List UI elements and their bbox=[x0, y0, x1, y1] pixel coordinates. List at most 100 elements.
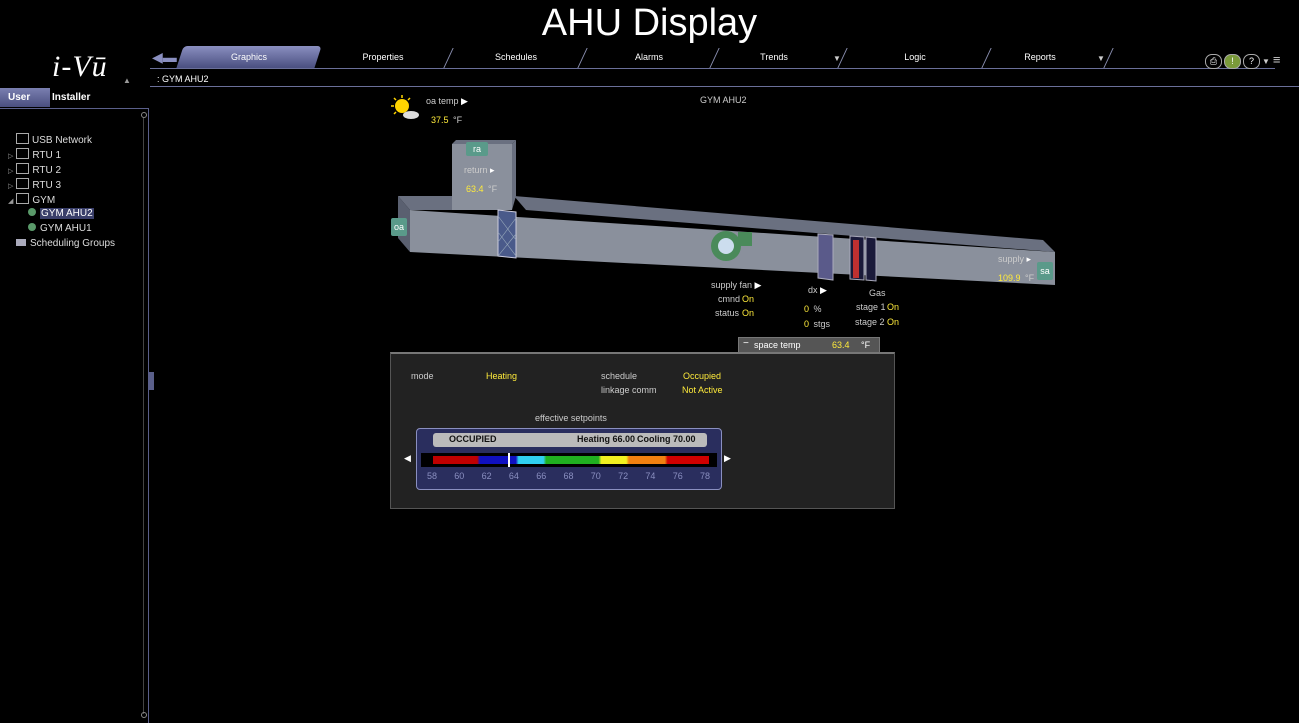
fan-status-value: On bbox=[742, 308, 755, 318]
folder-icon bbox=[16, 239, 26, 246]
tree-item-rtu2[interactable]: ▷ RTU 2 bbox=[8, 163, 61, 176]
tab-logic[interactable]: Logic bbox=[844, 46, 986, 68]
breadcrumb: : GYM AHU2 bbox=[157, 74, 209, 84]
tree-item-gym-ahu1[interactable]: GYM AHU1 bbox=[28, 223, 92, 234]
collapse-icon[interactable]: ◢ bbox=[8, 198, 13, 205]
oa-temp-label[interactable]: oa temp ▶ bbox=[426, 96, 468, 107]
scale-tick-label: 58 bbox=[427, 471, 438, 481]
print-icon[interactable]: ⎙ bbox=[1205, 54, 1222, 69]
fan-status-label: status bbox=[715, 308, 740, 318]
tree-item-gym[interactable]: ◢ GYM bbox=[8, 193, 55, 206]
logo-menu-icon[interactable]: ▲ bbox=[123, 76, 131, 85]
sa-tag[interactable]: sa bbox=[1037, 262, 1053, 280]
sidebar-collapse-handle[interactable] bbox=[148, 372, 154, 390]
gas-stage2-label: stage 2 bbox=[855, 317, 885, 327]
oa-temp-value: 37.5 bbox=[431, 115, 449, 125]
scale-tick-label: 76 bbox=[672, 471, 683, 481]
setpoint-bar[interactable]: OCCUPIED Heating 66.00 Cooling 70.00 58 6… bbox=[416, 428, 722, 490]
network-icon bbox=[16, 193, 30, 204]
ahu-duct-diagram bbox=[398, 140, 1055, 285]
dx-label[interactable]: dx ▶ bbox=[808, 285, 827, 296]
supply-label[interactable]: supply ▸ bbox=[998, 254, 1031, 265]
schedule-label: schedule bbox=[601, 371, 638, 381]
setpoint-header: OCCUPIED Heating 66.00 Cooling 70.00 bbox=[433, 433, 707, 447]
scale-tick-label: 62 bbox=[481, 471, 492, 481]
page-heading: AHU Display bbox=[541, 2, 758, 44]
panel-tabs: User Installer bbox=[0, 88, 150, 108]
tab-user[interactable]: User bbox=[0, 88, 50, 107]
mode-label: mode bbox=[411, 371, 434, 381]
header-divider bbox=[150, 86, 1299, 87]
help-icon[interactable]: ? bbox=[1243, 54, 1260, 69]
space-temp-label: space temp bbox=[754, 340, 801, 350]
gas-label: Gas bbox=[869, 288, 886, 298]
network-icon bbox=[16, 148, 30, 159]
dx-stgs-readout: 0 stgs bbox=[804, 319, 830, 329]
tab-properties[interactable]: Properties bbox=[318, 46, 448, 68]
network-icon bbox=[16, 133, 29, 144]
ra-tag[interactable]: ra bbox=[466, 142, 488, 156]
return-temp-value: 63.4 bbox=[466, 184, 484, 194]
gas-stage1-label: stage 1 bbox=[856, 302, 886, 312]
setpoints-label: effective setpoints bbox=[535, 413, 607, 423]
tree-item-scheduling-groups[interactable]: Scheduling Groups bbox=[16, 238, 115, 249]
tree-item-rtu3[interactable]: ▷ RTU 3 bbox=[8, 178, 61, 191]
supply-readout: 109.9 °F bbox=[998, 273, 1035, 283]
graphic-title: GYM AHU2 bbox=[700, 95, 747, 105]
heating-setpoint: Heating 66.00 bbox=[577, 434, 636, 444]
alarm-icon[interactable]: ! bbox=[1224, 54, 1241, 69]
tab-graphics[interactable]: Graphics bbox=[176, 46, 322, 68]
scale-tick-label: 68 bbox=[563, 471, 574, 481]
temp-gradient bbox=[433, 456, 709, 464]
reports-dropdown-icon[interactable]: ▼ bbox=[1097, 54, 1105, 63]
menu-dropdown-icon[interactable]: ▼ bbox=[1262, 57, 1270, 66]
scale-tick-label: 78 bbox=[700, 471, 711, 481]
main-nav: Graphics Properties Schedules Alarms Tre… bbox=[150, 46, 1275, 69]
tab-reports[interactable]: Reports bbox=[988, 46, 1092, 68]
oa-temp-readout: 37.5 °F bbox=[431, 115, 463, 125]
expand-icon[interactable]: ▷ bbox=[8, 183, 13, 190]
space-temp-value: 63.4 bbox=[832, 340, 850, 350]
scale-tick-label: 70 bbox=[590, 471, 601, 481]
scale-tick-label: 60 bbox=[454, 471, 465, 481]
scale-tick-label: 66 bbox=[536, 471, 547, 481]
linkage-value: Not Active bbox=[682, 385, 723, 395]
return-readout: 63.4 °F bbox=[466, 184, 498, 194]
network-icon bbox=[16, 178, 30, 189]
space-temp-marker bbox=[508, 453, 510, 467]
scale-tick-label: 72 bbox=[618, 471, 629, 481]
device-icon bbox=[28, 223, 36, 231]
tree-item-rtu1[interactable]: ▷ RTU 1 bbox=[8, 148, 61, 161]
mode-value: Heating bbox=[486, 371, 518, 381]
tree-item-usb-network[interactable]: USB Network bbox=[16, 133, 92, 146]
ivu-logo: i-Vū bbox=[52, 50, 108, 83]
tree-item-gym-ahu2[interactable]: GYM AHU2 bbox=[28, 208, 94, 219]
expand-icon[interactable]: ▷ bbox=[8, 168, 13, 175]
expand-icon[interactable]: ▷ bbox=[8, 153, 13, 160]
oa-tag[interactable]: oa bbox=[391, 218, 407, 236]
return-label[interactable]: return ▸ bbox=[464, 165, 495, 176]
tab-installer[interactable]: Installer bbox=[52, 88, 90, 107]
gas-stage2-value: On bbox=[887, 317, 900, 327]
gas-stage1-value: On bbox=[887, 302, 900, 312]
fan-cmnd-value: On bbox=[742, 294, 755, 304]
tab-alarms[interactable]: Alarms bbox=[584, 46, 714, 68]
hamburger-icon[interactable]: ≡ bbox=[1273, 52, 1281, 67]
fan-cmnd-label: cmnd bbox=[718, 294, 741, 304]
supply-fan-label[interactable]: supply fan ▶ bbox=[711, 280, 761, 291]
space-temp-header: − space temp 63.4 °F bbox=[738, 337, 880, 353]
setpoint-left-arrow-icon[interactable]: ◀ bbox=[404, 453, 411, 464]
sidebar-scrollbar[interactable] bbox=[141, 112, 147, 718]
minimize-icon[interactable]: − bbox=[743, 338, 749, 349]
tab-schedules[interactable]: Schedules bbox=[450, 46, 582, 68]
supply-temp-value: 109.9 bbox=[998, 273, 1021, 283]
sun-weather-icon bbox=[389, 94, 421, 127]
device-icon bbox=[28, 208, 36, 216]
toolbar-right: ⎙!? ▼ ≡ bbox=[1205, 51, 1281, 69]
schedule-value: Occupied bbox=[683, 371, 722, 381]
cooling-setpoint: Cooling 70.00 bbox=[637, 434, 696, 444]
linkage-label: linkage comm bbox=[601, 385, 657, 395]
network-icon bbox=[16, 163, 30, 174]
setpoint-right-arrow-icon[interactable]: ▶ bbox=[724, 453, 731, 464]
tab-trends[interactable]: Trends bbox=[716, 46, 832, 68]
